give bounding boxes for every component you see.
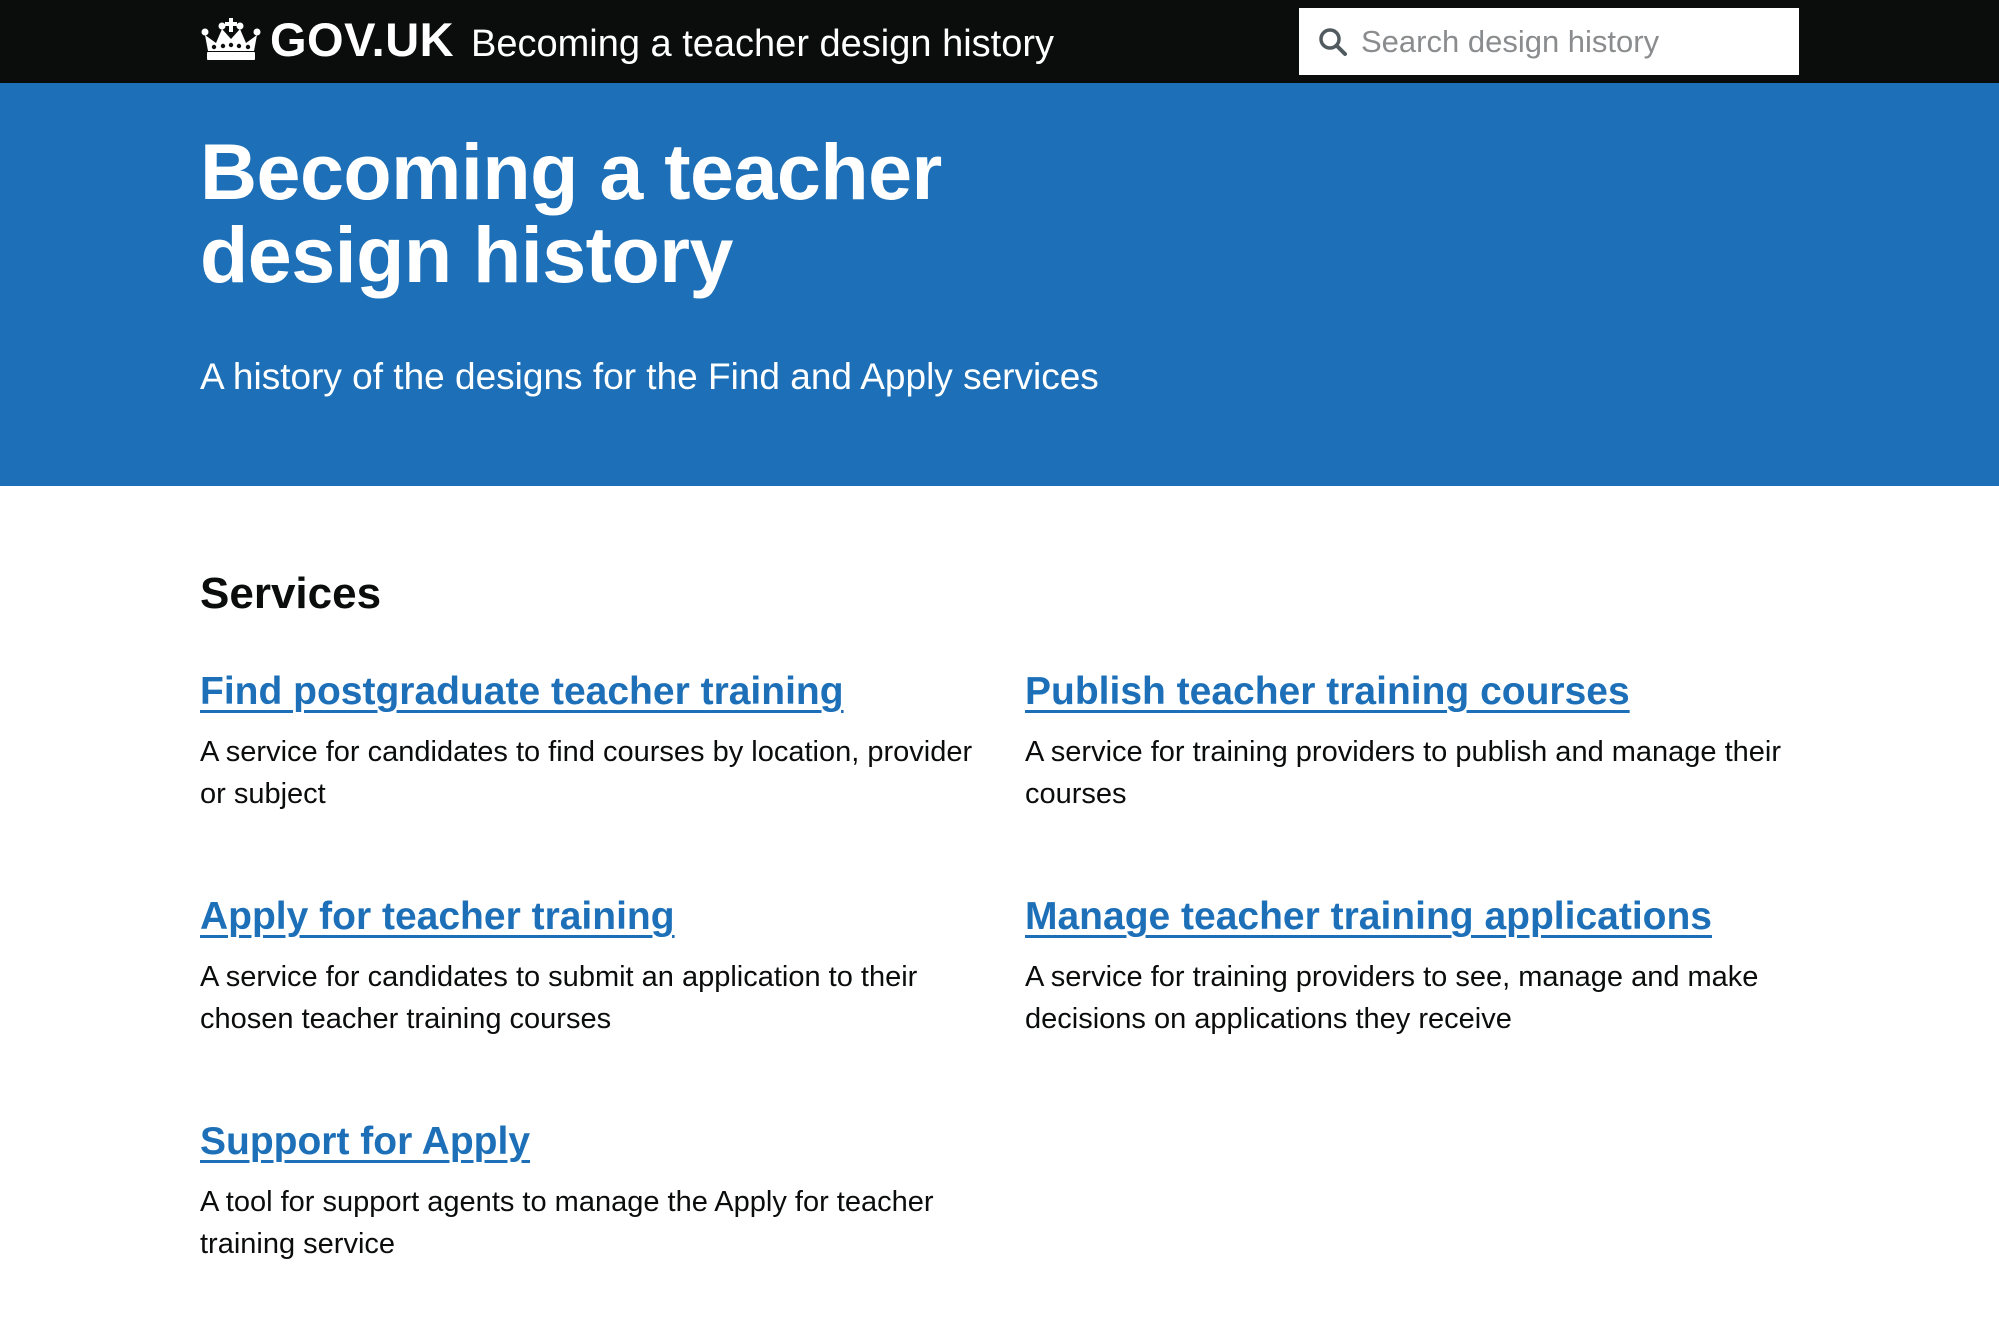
govuk-logo-link[interactable]: GOV.UK (200, 16, 454, 64)
search-box (1299, 8, 1799, 75)
page-title: Becoming a teacher design history (200, 127, 942, 299)
service-name-link[interactable]: Becoming a teacher design history (471, 20, 1054, 68)
search-input[interactable] (1361, 8, 1781, 75)
site-header: GOV.UK Becoming a teacher design history (0, 0, 1999, 83)
service-description: A service for training providers to publ… (1025, 736, 1782, 810)
search-icon (1319, 28, 1347, 56)
service-link-find[interactable]: Find postgraduate teacher training (200, 667, 980, 717)
logo-text: GOV.UK (270, 13, 455, 66)
service-link-apply[interactable]: Apply for teacher training (200, 892, 980, 942)
service-card: Apply for teacher training A service for… (200, 892, 980, 1040)
crown-icon (201, 18, 261, 60)
service-description: A tool for support agents to manage the … (200, 1186, 934, 1260)
hero-banner: Becoming a teacher design history A hist… (0, 83, 1999, 486)
service-link-publish[interactable]: Publish teacher training courses (1025, 667, 1805, 717)
service-description: A service for candidates to find courses… (200, 736, 973, 810)
service-card: Find postgraduate teacher training A ser… (200, 667, 980, 815)
services-heading: Services (200, 569, 382, 618)
service-card: Publish teacher training courses A servi… (1025, 667, 1805, 815)
service-link-manage[interactable]: Manage teacher training applications (1025, 892, 1805, 942)
service-description: A service for candidates to submit an ap… (200, 961, 918, 1035)
service-card: Support for Apply A tool for support age… (200, 1117, 980, 1265)
service-description: A service for training providers to see,… (1025, 961, 1759, 1035)
service-card: Manage teacher training applications A s… (1025, 892, 1805, 1040)
service-link-support[interactable]: Support for Apply (200, 1117, 980, 1167)
page-subtitle: A history of the designs for the Find an… (200, 356, 1099, 397)
